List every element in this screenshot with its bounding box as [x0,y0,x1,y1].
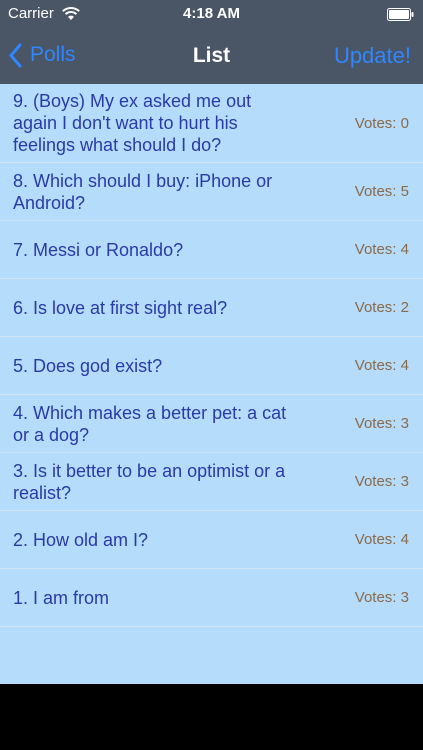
navigation-bar: Polls List Update! [0,28,423,84]
screen: Carrier 4:18 AM Polls List Update! 9. (B… [0,0,423,750]
poll-votes: Votes: 0 [354,114,409,132]
poll-question: 1. I am from [13,587,110,608]
poll-row[interactable]: 1. I am from Votes: 3 [0,569,423,627]
poll-votes: Votes: 2 [354,299,409,316]
poll-votes: Votes: 4 [354,531,409,548]
poll-row[interactable]: 4. Which makes a better pet: a cat or a … [0,395,423,453]
poll-row[interactable]: 8. Which should I buy: iPhone or Android… [0,163,423,221]
poll-question: 7. Messi or Ronaldo? [13,239,184,260]
status-bar: Carrier 4:18 AM [0,0,423,28]
poll-votes: Votes: 3 [354,415,409,432]
poll-question: 6. Is love at first sight real? [13,297,228,318]
poll-list: 9. (Boys) My ex asked me out again I don… [0,84,423,684]
status-time: 4:18 AM [183,5,240,22]
poll-question: 2. How old am I? [13,529,149,550]
poll-row[interactable]: 5. Does god exist? Votes: 4 [0,337,423,395]
poll-row[interactable]: 9. (Boys) My ex asked me out again I don… [0,84,423,163]
battery-icon [387,8,414,21]
poll-votes: Votes: 3 [354,473,409,490]
update-button[interactable]: Update! [334,43,411,69]
poll-row[interactable]: 6. Is love at first sight real? Votes: 2 [0,279,423,337]
poll-question: 5. Does god exist? [13,355,163,376]
poll-question: 4. Which makes a better pet: a cat or a … [13,402,287,445]
poll-question: 8. Which should I buy: iPhone or Android… [13,170,273,213]
poll-question: 9. (Boys) My ex asked me out again I don… [13,91,252,155]
poll-votes: Votes: 4 [354,241,409,258]
poll-votes: Votes: 5 [354,183,409,200]
bottom-empty-area [0,684,423,750]
poll-row[interactable]: 2. How old am I? Votes: 4 [0,511,423,569]
poll-votes: Votes: 3 [354,589,409,606]
poll-question: 3. Is it better to be an optimist or a r… [13,460,286,503]
poll-votes: Votes: 4 [354,357,409,374]
poll-row[interactable]: 7. Messi or Ronaldo? Votes: 4 [0,221,423,279]
poll-row[interactable]: 3. Is it better to be an optimist or a r… [0,453,423,511]
